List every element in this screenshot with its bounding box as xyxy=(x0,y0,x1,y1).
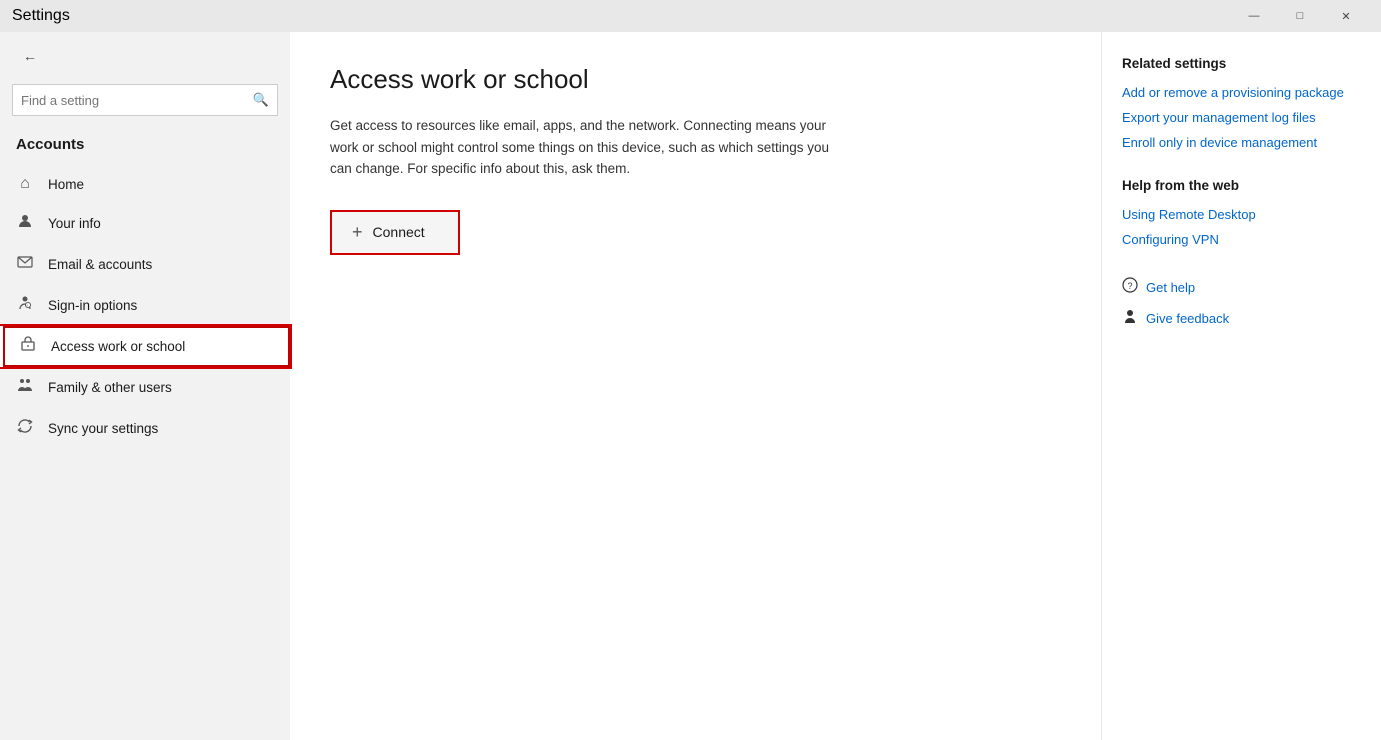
work-icon xyxy=(19,336,37,357)
minimize-button[interactable]: — xyxy=(1231,0,1277,32)
search-input[interactable] xyxy=(21,93,253,108)
app-body: ← 🔍 Accounts ⌂ Home Your info Email & ac… xyxy=(0,32,1381,740)
family-icon xyxy=(16,377,34,398)
maximize-button[interactable]: □ xyxy=(1277,0,1323,32)
close-button[interactable]: ✕ xyxy=(1323,0,1369,32)
enroll-device-link[interactable]: Enroll only in device management xyxy=(1122,135,1361,150)
remote-desktop-link[interactable]: Using Remote Desktop xyxy=(1122,207,1256,222)
give-feedback-link[interactable]: Give feedback xyxy=(1146,311,1229,326)
give-feedback-item[interactable]: Give feedback xyxy=(1122,308,1361,329)
sidebar-item-access-work-label: Access work or school xyxy=(51,339,185,354)
main-content: Access work or school Get access to reso… xyxy=(290,32,1101,740)
sidebar-item-sign-in[interactable]: * Sign-in options xyxy=(0,285,290,326)
titlebar-left: Settings xyxy=(12,7,70,25)
sidebar-item-family-label: Family & other users xyxy=(48,380,172,395)
back-button[interactable]: ← xyxy=(16,42,44,70)
connect-button-label: Connect xyxy=(373,224,425,240)
page-description: Get access to resources like email, apps… xyxy=(330,115,830,180)
page-title: Access work or school xyxy=(330,64,1061,95)
titlebar-title: Settings xyxy=(12,7,70,25)
back-icon: ← xyxy=(23,48,37,64)
provisioning-package-link[interactable]: Add or remove a provisioning package xyxy=(1122,85,1361,100)
configuring-vpn-item[interactable]: Configuring VPN xyxy=(1122,232,1361,247)
help-from-web-label: Help from the web xyxy=(1122,178,1361,193)
email-icon xyxy=(16,254,34,275)
related-settings-label: Related settings xyxy=(1122,56,1361,71)
search-icon: 🔍 xyxy=(253,92,269,108)
sidebar-item-sign-in-label: Sign-in options xyxy=(48,298,137,313)
sync-icon xyxy=(16,418,34,439)
titlebar: Settings — □ ✕ xyxy=(0,0,1381,32)
sidebar: ← 🔍 Accounts ⌂ Home Your info Email & ac… xyxy=(0,32,290,740)
sidebar-item-access-work[interactable]: Access work or school xyxy=(0,326,290,367)
sidebar-item-home-label: Home xyxy=(48,177,84,192)
get-help-link[interactable]: Get help xyxy=(1146,280,1195,295)
give-feedback-icon xyxy=(1122,308,1138,329)
sidebar-item-sync-label: Sync your settings xyxy=(48,421,158,436)
footer-items: ? Get help Give feedback xyxy=(1122,277,1361,329)
svg-text:?: ? xyxy=(1128,281,1133,291)
sidebar-item-your-info[interactable]: Your info xyxy=(0,203,290,244)
help-section: Help from the web Using Remote Desktop C… xyxy=(1122,178,1361,247)
right-panel: Related settings Add or remove a provisi… xyxy=(1101,32,1381,740)
get-help-item[interactable]: ? Get help xyxy=(1122,277,1361,298)
remote-desktop-item[interactable]: Using Remote Desktop xyxy=(1122,207,1361,222)
sidebar-nav-header: ← xyxy=(0,32,290,80)
search-box[interactable]: 🔍 xyxy=(12,84,278,116)
connect-plus-icon: + xyxy=(352,222,363,243)
connect-button[interactable]: + Connect xyxy=(330,210,460,255)
export-log-link[interactable]: Export your management log files xyxy=(1122,110,1361,125)
sign-in-icon: * xyxy=(16,295,34,316)
titlebar-controls: — □ ✕ xyxy=(1231,0,1369,32)
configuring-vpn-link[interactable]: Configuring VPN xyxy=(1122,232,1219,247)
sidebar-item-family[interactable]: Family & other users xyxy=(0,367,290,408)
sidebar-section-label: Accounts xyxy=(0,128,290,165)
sidebar-item-email-label: Email & accounts xyxy=(48,257,152,272)
sidebar-item-your-info-label: Your info xyxy=(48,216,101,231)
sidebar-item-sync[interactable]: Sync your settings xyxy=(0,408,290,449)
your-info-icon xyxy=(16,213,34,234)
sidebar-item-email-accounts[interactable]: Email & accounts xyxy=(0,244,290,285)
sidebar-item-home[interactable]: ⌂ Home xyxy=(0,165,290,203)
home-icon: ⌂ xyxy=(16,175,34,193)
get-help-icon: ? xyxy=(1122,277,1138,298)
